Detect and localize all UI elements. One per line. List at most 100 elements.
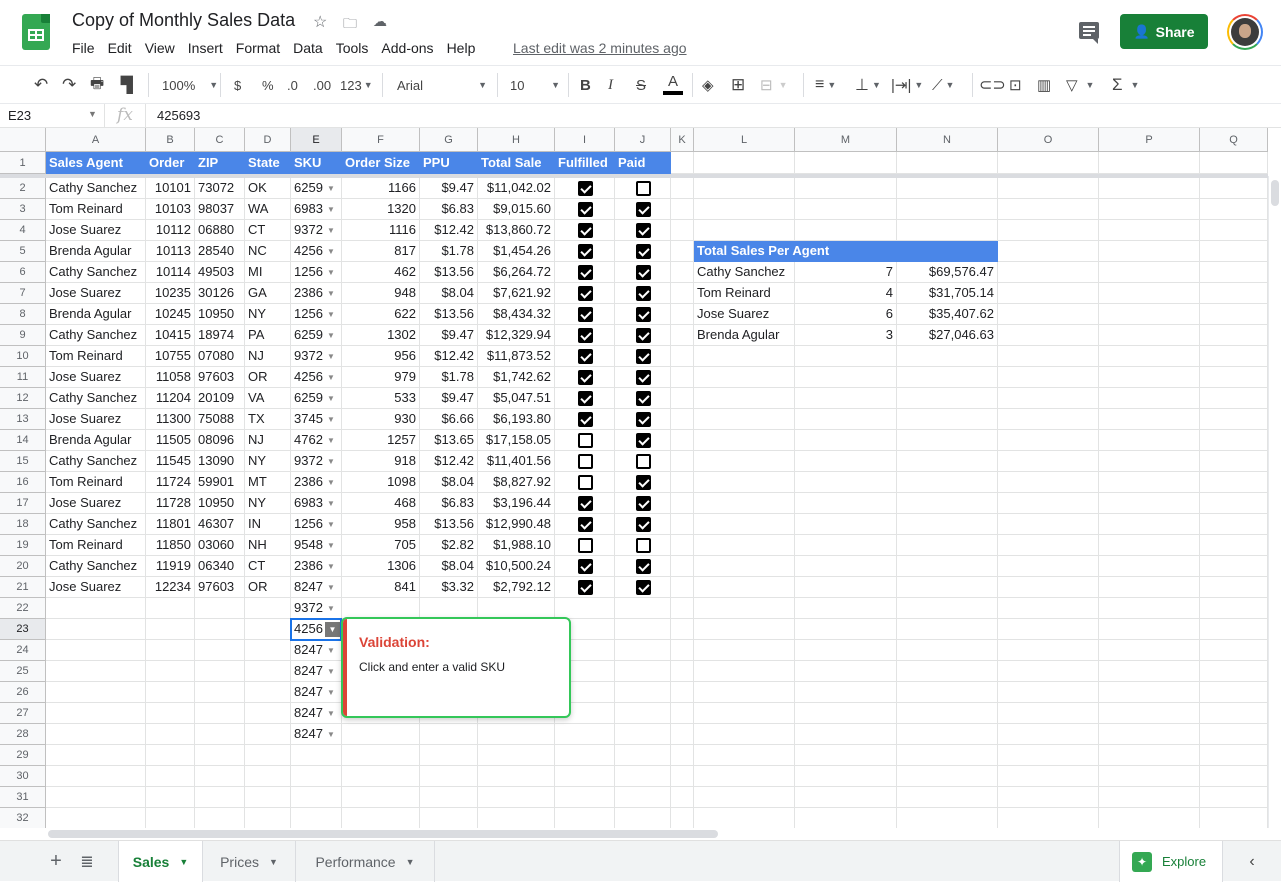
row-header[interactable]: 27	[0, 703, 46, 724]
last-edit-link[interactable]: Last edit was 2 minutes ago	[513, 40, 687, 56]
cloud-saved-icon[interactable]: ☁	[373, 13, 387, 30]
redo-icon[interactable]: ↷	[62, 66, 76, 104]
undo-icon[interactable]: ↶	[34, 66, 48, 104]
grid-cell[interactable]	[671, 514, 694, 535]
cell-order[interactable]: 12234	[146, 577, 195, 598]
grid-cell[interactable]	[694, 745, 795, 766]
grid-cell[interactable]	[998, 682, 1099, 703]
cell-total[interactable]: $11,042.02	[478, 178, 555, 199]
cell-state[interactable]: TX	[245, 409, 291, 430]
grid-cell[interactable]	[897, 556, 998, 577]
paid-checkbox[interactable]	[636, 307, 651, 322]
grid-cell[interactable]	[615, 745, 671, 766]
grid-cell[interactable]	[694, 556, 795, 577]
scrollbar-thumb[interactable]	[1271, 180, 1279, 206]
grid-cell[interactable]	[195, 619, 245, 640]
grid-cell[interactable]	[1200, 451, 1268, 472]
grid-cell[interactable]	[342, 724, 420, 745]
cell-ppu[interactable]: $9.47	[420, 178, 478, 199]
grid-cell[interactable]	[1099, 514, 1200, 535]
row-header[interactable]: 10	[0, 346, 46, 367]
grid-cell[interactable]	[671, 619, 694, 640]
name-box[interactable]: E23	[8, 108, 31, 123]
grid-cell[interactable]	[615, 724, 671, 745]
grid-cell[interactable]	[671, 577, 694, 598]
grid-cell[interactable]	[694, 178, 795, 199]
grid-cell[interactable]	[1200, 178, 1268, 199]
grid-cell[interactable]	[1200, 682, 1268, 703]
cell-total[interactable]: $1,988.10	[478, 535, 555, 556]
grid-cell[interactable]	[998, 577, 1099, 598]
cell-total[interactable]: $13,860.72	[478, 220, 555, 241]
grid-cell[interactable]	[694, 535, 795, 556]
dropdown-arrow-icon[interactable]: ▼	[327, 667, 335, 676]
grid-cell[interactable]	[998, 787, 1099, 808]
cell-zip[interactable]: 06340	[195, 556, 245, 577]
grid-cell[interactable]	[1099, 661, 1200, 682]
fulfilled-checkbox[interactable]	[578, 202, 593, 217]
grid-cell[interactable]	[998, 220, 1099, 241]
dropdown-arrow-icon[interactable]: ▼	[327, 709, 335, 718]
grid-cell[interactable]	[245, 787, 291, 808]
grid-cell[interactable]	[897, 493, 998, 514]
grid-cell[interactable]	[998, 619, 1099, 640]
grid-cell[interactable]	[694, 619, 795, 640]
grid-cell[interactable]	[795, 745, 897, 766]
grid-cell[interactable]	[615, 661, 671, 682]
summary-agent[interactable]: Cathy Sanchez	[694, 262, 795, 283]
cell-state[interactable]: NJ	[245, 346, 291, 367]
grid-cell[interactable]	[795, 661, 897, 682]
grid-cell[interactable]	[478, 808, 555, 828]
grid-cell[interactable]	[1200, 640, 1268, 661]
grid-cell[interactable]	[1099, 808, 1200, 828]
cell-ppu[interactable]: $8.04	[420, 556, 478, 577]
cell-total[interactable]: $1,454.26	[478, 241, 555, 262]
grid-cell[interactable]	[671, 409, 694, 430]
menu-format[interactable]: Format	[236, 40, 280, 56]
dropdown-arrow-icon[interactable]: ▼	[327, 478, 335, 487]
cell-order[interactable]: 10415	[146, 325, 195, 346]
row-header[interactable]: 16	[0, 472, 46, 493]
grid-cell[interactable]	[998, 346, 1099, 367]
grid-cell[interactable]	[671, 152, 694, 174]
cell-order[interactable]: 11300	[146, 409, 195, 430]
explore-button[interactable]: ✦ Explore	[1119, 841, 1223, 882]
cell-order[interactable]: 11058	[146, 367, 195, 388]
spreadsheet-grid[interactable]: A B C D E F G H I J K L M N O P Q 1 2 3 4 5 6 7 8 9 10 11 12 13 14 15 16…	[0, 128, 1268, 828]
functions-button[interactable]: Σ ▼	[1112, 66, 1139, 104]
column-header-j[interactable]: J	[615, 128, 671, 152]
cell-total[interactable]: $7,621.92	[478, 283, 555, 304]
more-formats-button[interactable]: 123 ▼	[340, 66, 373, 104]
grid-cell[interactable]	[1099, 409, 1200, 430]
cell-agent[interactable]: Brenda Agular	[46, 304, 146, 325]
grid-cell[interactable]	[1200, 241, 1268, 262]
cell-order[interactable]: 10245	[146, 304, 195, 325]
grid-cell[interactable]	[998, 766, 1099, 787]
dropdown-arrow-icon[interactable]: ▼	[327, 373, 335, 382]
grid-cell[interactable]	[1099, 430, 1200, 451]
grid-cell[interactable]	[420, 808, 478, 828]
cell-agent[interactable]: Tom Reinard	[46, 199, 146, 220]
grid-cell[interactable]	[795, 472, 897, 493]
vertical-align-icon[interactable]: ⊥ ▼	[855, 66, 881, 104]
cell-state[interactable]: WA	[245, 199, 291, 220]
cell-size[interactable]: 817	[342, 241, 420, 262]
cell-zip[interactable]: 59901	[195, 472, 245, 493]
fulfilled-checkbox[interactable]	[578, 517, 593, 532]
cell-state[interactable]: IN	[245, 514, 291, 535]
grid-cell[interactable]	[195, 661, 245, 682]
cell-zip[interactable]: 13090	[195, 451, 245, 472]
menu-help[interactable]: Help	[447, 40, 476, 56]
fulfilled-checkbox[interactable]	[578, 265, 593, 280]
cell-total[interactable]: $8,434.32	[478, 304, 555, 325]
grid-cell[interactable]	[1200, 661, 1268, 682]
grid-cell[interactable]	[146, 745, 195, 766]
grid-cell[interactable]	[897, 745, 998, 766]
grid-cell[interactable]	[795, 577, 897, 598]
grid-cell[interactable]	[694, 514, 795, 535]
cell-ppu[interactable]: $12.42	[420, 220, 478, 241]
row-header[interactable]: 1	[0, 152, 46, 174]
grid-cell[interactable]	[1200, 787, 1268, 808]
grid-cell[interactable]	[146, 787, 195, 808]
grid-cell[interactable]	[420, 598, 478, 619]
